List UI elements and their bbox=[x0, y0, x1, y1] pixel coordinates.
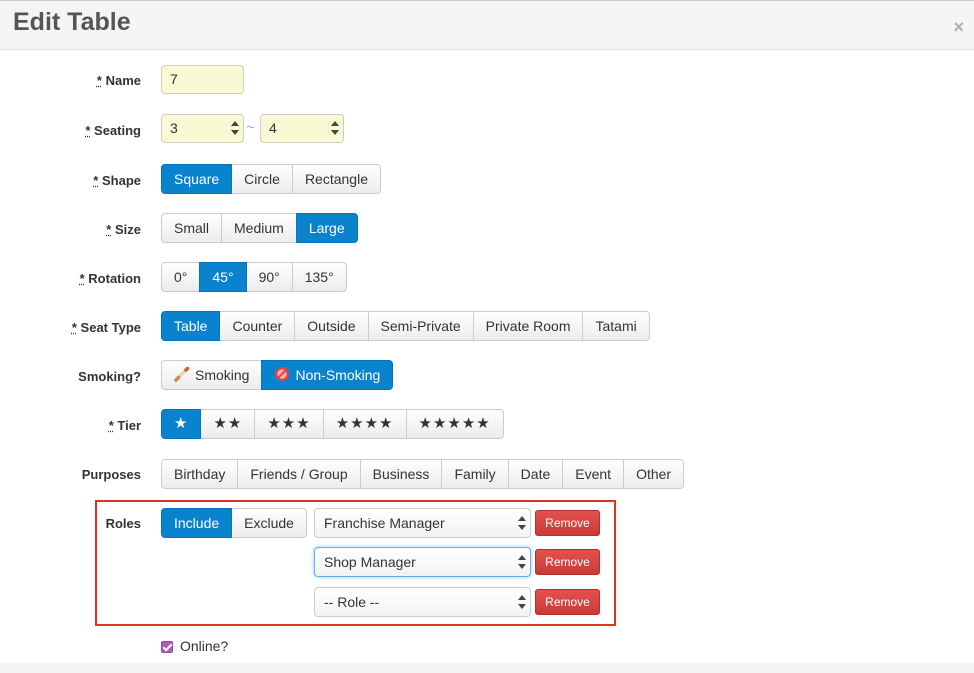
modal-title: Edit Table bbox=[13, 8, 131, 37]
seating-label: * Seating bbox=[0, 123, 141, 138]
seat-type-private-room-button[interactable]: Private Room bbox=[473, 311, 584, 341]
seating-row: * Seating 3 ~ 4 bbox=[0, 114, 974, 144]
seat-type-semi-private-button[interactable]: Semi-Private bbox=[368, 311, 474, 341]
role-select-1[interactable]: Franchise Manager bbox=[314, 508, 531, 538]
select-arrows-icon bbox=[518, 555, 526, 569]
online-checkbox[interactable] bbox=[161, 641, 173, 653]
rotation-label: * Rotation bbox=[0, 271, 141, 286]
purpose-friends-group-button[interactable]: Friends / Group bbox=[237, 459, 360, 489]
roles-include-button[interactable]: Include bbox=[161, 508, 232, 538]
rotation-button-group: 0° 45° 90° 135° bbox=[161, 262, 347, 292]
purpose-family-button[interactable]: Family bbox=[441, 459, 508, 489]
size-button-group: Small Medium Large bbox=[161, 213, 358, 243]
purpose-other-button[interactable]: Other bbox=[623, 459, 684, 489]
size-row: * Size Small Medium Large bbox=[0, 213, 974, 243]
name-label: * Name bbox=[0, 73, 141, 88]
seat-type-row: * Seat Type Table Counter Outside Semi-P… bbox=[0, 311, 974, 341]
select-arrows-icon bbox=[518, 516, 526, 530]
tier-2-button[interactable]: ★★ bbox=[200, 409, 255, 439]
edit-table-modal: Edit Table × * Name 7 * Seating 3 ~ 4 * … bbox=[0, 0, 974, 672]
tier-button-group: ★ ★★ ★★★ ★★★★ ★★★★★ bbox=[161, 409, 504, 439]
shape-rectangle-button[interactable]: Rectangle bbox=[292, 164, 381, 194]
seat-type-button-group: Table Counter Outside Semi-Private Priva… bbox=[161, 311, 650, 341]
role-select-3[interactable]: -- Role -- bbox=[314, 587, 531, 617]
size-medium-button[interactable]: Medium bbox=[221, 213, 297, 243]
modal-header: Edit Table × bbox=[0, 1, 974, 50]
tier-row: * Tier ★ ★★ ★★★ ★★★★ ★★★★★ bbox=[0, 409, 974, 439]
tier-4-button[interactable]: ★★★★ bbox=[323, 409, 407, 439]
size-large-button[interactable]: Large bbox=[296, 213, 358, 243]
select-arrows-icon bbox=[518, 595, 526, 609]
rotation-45-button[interactable]: 45° bbox=[199, 262, 246, 292]
tier-1-button[interactable]: ★ bbox=[161, 409, 201, 439]
rotation-135-button[interactable]: 135° bbox=[292, 262, 347, 292]
remove-role-2-button[interactable]: Remove bbox=[535, 549, 600, 575]
smoking-row: Smoking? Smoking Non-Smoking bbox=[0, 360, 974, 390]
purpose-birthday-button[interactable]: Birthday bbox=[161, 459, 238, 489]
seating-max-select[interactable]: 4 bbox=[260, 114, 344, 143]
seat-type-label: * Seat Type bbox=[0, 320, 141, 335]
remove-role-3-button[interactable]: Remove bbox=[535, 589, 600, 615]
shape-row: * Shape Square Circle Rectangle bbox=[0, 164, 974, 194]
shape-button-group: Square Circle Rectangle bbox=[161, 164, 381, 194]
roles-mode-button-group: Include Exclude bbox=[161, 508, 307, 538]
purpose-business-button[interactable]: Business bbox=[360, 459, 443, 489]
seat-type-outside-button[interactable]: Outside bbox=[294, 311, 368, 341]
name-row: * Name 7 bbox=[0, 65, 974, 95]
role-select-2[interactable]: Shop Manager bbox=[314, 547, 531, 577]
smoking-label: Smoking? bbox=[0, 369, 141, 384]
tier-3-button[interactable]: ★★★ bbox=[254, 409, 323, 439]
purposes-button-group: Birthday Friends / Group Business Family… bbox=[161, 459, 684, 489]
smoking-button[interactable]: Smoking bbox=[161, 360, 262, 390]
seat-type-counter-button[interactable]: Counter bbox=[219, 311, 295, 341]
shape-square-button[interactable]: Square bbox=[161, 164, 232, 194]
seating-min-select[interactable]: 3 bbox=[161, 114, 244, 143]
cigarette-icon bbox=[174, 366, 190, 382]
shape-circle-button[interactable]: Circle bbox=[231, 164, 293, 194]
remove-role-1-button[interactable]: Remove bbox=[535, 510, 600, 536]
size-small-button[interactable]: Small bbox=[161, 213, 222, 243]
non-smoking-button[interactable]: Non-Smoking bbox=[261, 360, 393, 390]
online-label: Online? bbox=[180, 638, 228, 654]
smoking-button-group: Smoking Non-Smoking bbox=[161, 360, 393, 390]
shape-label: * Shape bbox=[0, 173, 141, 188]
roles-exclude-button[interactable]: Exclude bbox=[231, 508, 307, 538]
seating-separator: ~ bbox=[246, 119, 255, 136]
purposes-label: Purposes bbox=[0, 467, 141, 482]
seat-type-tatami-button[interactable]: Tatami bbox=[582, 311, 649, 341]
rotation-row: * Rotation 0° 45° 90° 135° bbox=[0, 262, 974, 292]
roles-label: Roles bbox=[0, 516, 141, 531]
purpose-date-button[interactable]: Date bbox=[508, 459, 564, 489]
purpose-event-button[interactable]: Event bbox=[562, 459, 624, 489]
name-input[interactable]: 7 bbox=[161, 65, 244, 94]
select-arrows-icon bbox=[231, 121, 239, 135]
close-icon[interactable]: × bbox=[953, 17, 964, 37]
rotation-0-button[interactable]: 0° bbox=[161, 262, 200, 292]
size-label: * Size bbox=[0, 222, 141, 237]
purposes-row: Purposes Birthday Friends / Group Busine… bbox=[0, 459, 974, 489]
rotation-90-button[interactable]: 90° bbox=[246, 262, 293, 292]
no-smoking-icon bbox=[274, 366, 290, 382]
select-arrows-icon bbox=[331, 121, 339, 135]
tier-5-button[interactable]: ★★★★★ bbox=[406, 409, 504, 439]
tier-label: * Tier bbox=[0, 418, 141, 433]
seat-type-table-button[interactable]: Table bbox=[161, 311, 220, 341]
